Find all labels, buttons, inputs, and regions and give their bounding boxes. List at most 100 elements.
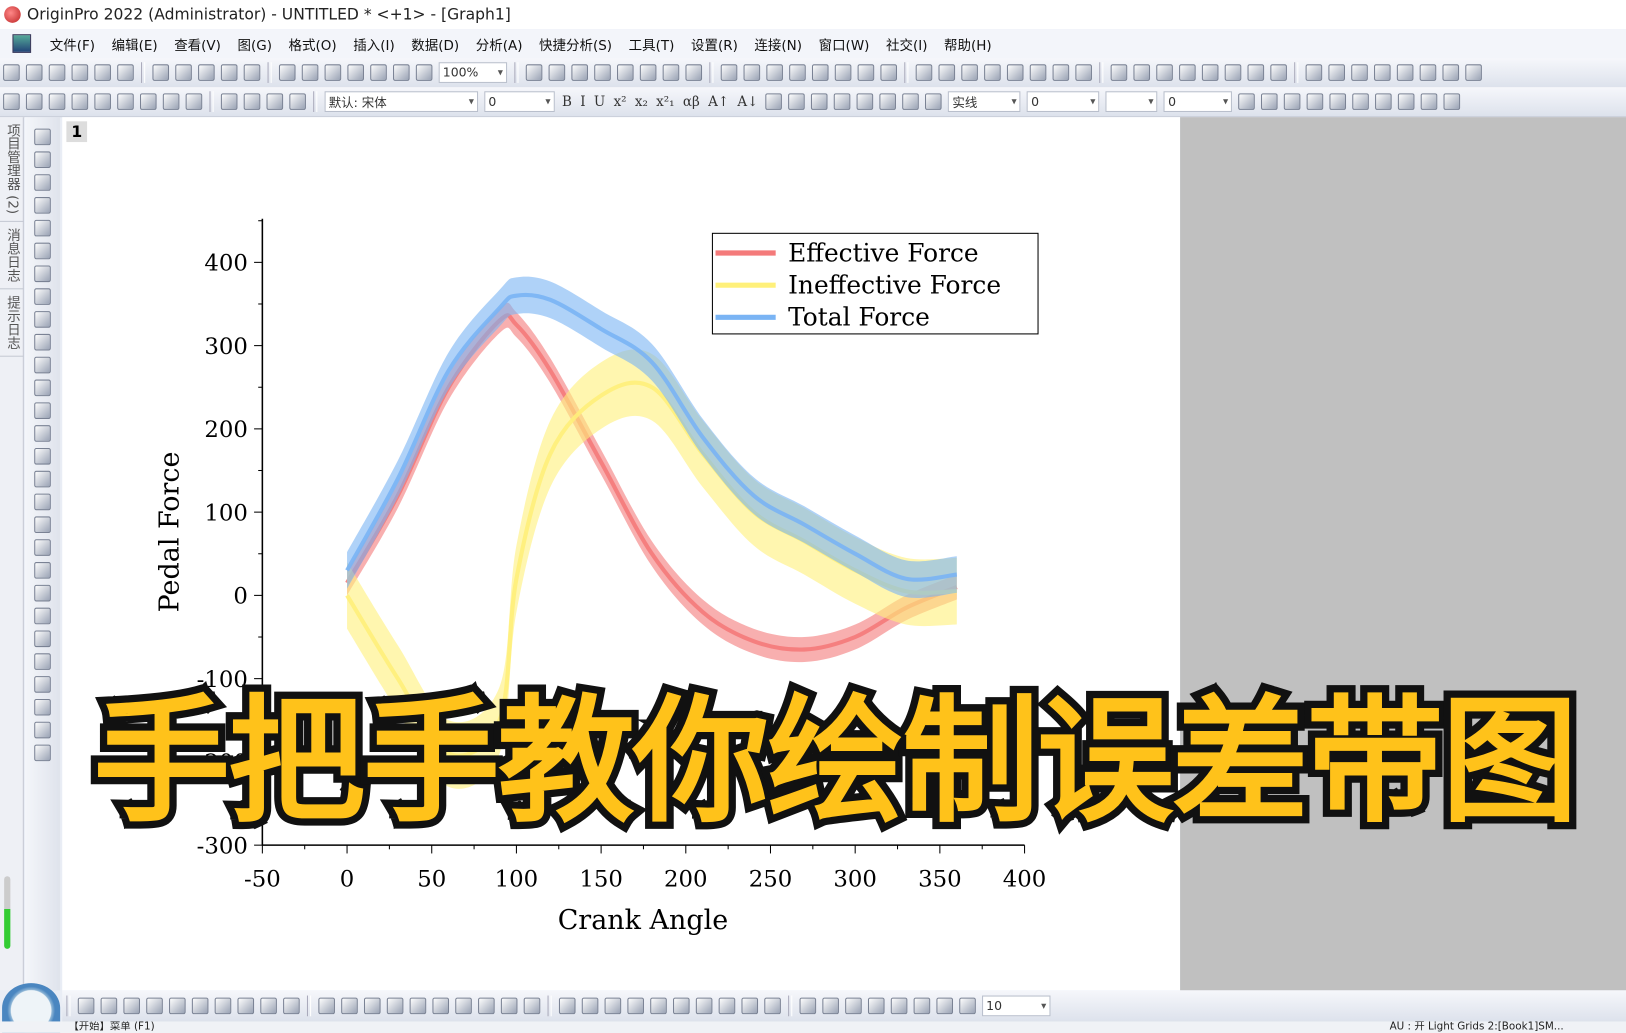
toolbar-button-icon[interactable]	[811, 64, 829, 81]
menu-item[interactable]: 设置(R)	[683, 34, 746, 54]
toolbar-button-icon[interactable]	[1238, 93, 1256, 110]
format-button[interactable]: x²₁	[656, 94, 674, 110]
graph-type-icon[interactable]	[100, 997, 118, 1015]
graph-type-icon[interactable]	[822, 997, 839, 1015]
toolbar-button-icon[interactable]	[48, 64, 66, 81]
side-tab[interactable]: 提示日志	[0, 289, 24, 357]
format-button[interactable]: I	[580, 94, 585, 110]
toolbar-button-icon[interactable]	[1396, 64, 1414, 81]
graph-type-icon[interactable]	[523, 997, 541, 1015]
toolbar-button-icon[interactable]	[925, 93, 943, 110]
font-combo[interactable]: 默认: 宋体	[324, 91, 479, 112]
toolbar-button-icon[interactable]	[1224, 64, 1242, 81]
toolbar-button-icon[interactable]	[1075, 64, 1092, 81]
toolbar-button-icon[interactable]	[1398, 93, 1415, 110]
graph-type-icon[interactable]	[936, 997, 954, 1015]
tool-icon[interactable]	[34, 333, 51, 351]
graph-type-icon[interactable]	[169, 997, 186, 1015]
font-size-combo[interactable]: 0	[484, 91, 555, 112]
toolbar-button-icon[interactable]	[1284, 93, 1301, 110]
toolbar-button-icon[interactable]	[1270, 64, 1287, 81]
toolbar-button-icon[interactable]	[324, 64, 342, 81]
menu-item[interactable]: 窗口(W)	[810, 34, 877, 54]
graph-type-icon[interactable]	[845, 997, 862, 1015]
origin-app-icon[interactable]	[4, 6, 21, 23]
graph-type-icon[interactable]	[386, 997, 404, 1015]
toolbar-button-icon[interactable]	[1329, 93, 1347, 110]
toolbar-button-icon[interactable]	[662, 64, 680, 81]
side-tab[interactable]: 项目管理器 (2)	[0, 117, 24, 222]
menu-item[interactable]: 快捷分析(S)	[531, 34, 621, 54]
tool-icon[interactable]	[34, 425, 51, 442]
graph-type-icon[interactable]	[214, 997, 232, 1015]
toolbar-button-icon[interactable]	[1006, 64, 1024, 81]
toolbar-button-icon[interactable]	[347, 64, 364, 81]
tool-icon[interactable]	[34, 607, 51, 625]
toolbar-button-icon[interactable]	[789, 64, 806, 81]
tool-icon[interactable]	[34, 744, 51, 762]
toolbar-button-icon[interactable]	[617, 64, 634, 81]
toolbar-button-icon[interactable]	[834, 64, 852, 81]
toolbar-button-icon[interactable]	[1110, 64, 1128, 81]
toolbar-button-icon[interactable]	[220, 64, 238, 81]
menu-item[interactable]: 社交(I)	[878, 34, 936, 54]
graph-type-icon[interactable]	[146, 997, 163, 1015]
tool-icon[interactable]	[34, 288, 51, 305]
toolbar-button-icon[interactable]	[915, 64, 933, 81]
toolbar-button-icon[interactable]	[266, 93, 284, 110]
toolbar-button-icon[interactable]	[720, 64, 738, 81]
toolbar-button-icon[interactable]	[766, 64, 783, 81]
toolbar-button-icon[interactable]	[243, 93, 261, 110]
tool-icon[interactable]	[34, 584, 51, 602]
menu-item[interactable]: 连接(N)	[746, 34, 810, 54]
tool-icon[interactable]	[34, 151, 51, 168]
zoom-combo[interactable]: 100%	[438, 62, 508, 83]
toolbar-button-icon[interactable]	[1374, 64, 1391, 81]
format-button[interactable]: x₂	[635, 94, 648, 110]
toolbar-button-icon[interactable]	[289, 93, 306, 110]
graph-type-icon[interactable]	[650, 997, 667, 1015]
toolbar-button-icon[interactable]	[1052, 64, 1070, 81]
toolbar-button-icon[interactable]	[856, 93, 874, 110]
toolbar-button-icon[interactable]	[857, 64, 875, 81]
tool-icon[interactable]	[34, 174, 51, 191]
menu-item[interactable]: 文件(F)	[41, 34, 103, 54]
toolbar-button-icon[interactable]	[961, 64, 978, 81]
graph-page[interactable]: 1 -50 0 50 100 150 200 250 300 350 400 -300 -200 -10…	[62, 117, 1181, 991]
graph-type-icon[interactable]	[341, 997, 358, 1015]
tool-icon[interactable]	[34, 676, 51, 693]
toolbar-button-icon[interactable]	[139, 93, 157, 110]
toolbar-button-icon[interactable]	[811, 93, 828, 110]
toolbar-button-icon[interactable]	[393, 64, 410, 81]
tool-icon[interactable]	[34, 493, 51, 511]
toolbar-button-icon[interactable]	[639, 64, 657, 81]
tool-icon[interactable]	[34, 516, 51, 534]
toolbar-button-icon[interactable]	[1133, 64, 1151, 81]
tool-icon[interactable]	[34, 447, 51, 465]
toolbar-button-icon[interactable]	[48, 93, 66, 110]
graph-type-icon[interactable]	[283, 997, 300, 1015]
toolbar-button-icon[interactable]	[879, 93, 897, 110]
toolbar-button-icon[interactable]	[117, 93, 134, 110]
graph-type-icon[interactable]	[432, 997, 450, 1015]
toolbar-button-icon[interactable]	[1261, 93, 1278, 110]
toolbar-button-icon[interactable]	[1352, 93, 1370, 110]
toolbar-button-icon[interactable]	[175, 64, 192, 81]
toolbar-button-icon[interactable]	[3, 64, 20, 81]
format-button[interactable]: x²	[614, 94, 627, 110]
graph-type-icon[interactable]	[77, 997, 95, 1015]
toolbar-button-icon[interactable]	[1465, 64, 1482, 81]
menu-item[interactable]: 数据(D)	[403, 34, 467, 54]
side-tab[interactable]: 消息日志	[0, 221, 24, 289]
tool-icon[interactable]	[34, 379, 51, 397]
tool-icon[interactable]	[34, 242, 51, 260]
toolbar-button-icon[interactable]	[152, 64, 170, 81]
line-width-combo[interactable]: 0	[1027, 91, 1100, 112]
graph-type-icon[interactable]	[581, 997, 599, 1015]
graph-type-icon[interactable]	[913, 997, 931, 1015]
tool-icon[interactable]	[34, 630, 51, 648]
toolbar-button-icon[interactable]	[117, 64, 134, 81]
menu-item[interactable]: 查看(V)	[166, 34, 229, 54]
toolbar-button-icon[interactable]	[301, 64, 319, 81]
toolbar-button-icon[interactable]	[1156, 64, 1173, 81]
